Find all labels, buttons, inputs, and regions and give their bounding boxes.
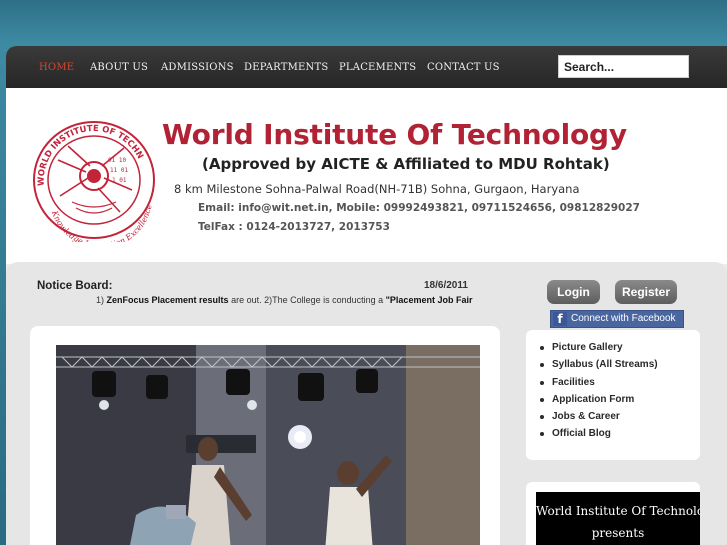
main-navigation: HOME ABOUT US ADMISSIONS DEPARTMENTS PLA… [6,46,727,88]
search-input[interactable] [558,55,689,78]
page-wrapper: HOME ABOUT US ADMISSIONS DEPARTMENTS PLA… [6,46,727,545]
nav-about-us[interactable]: ABOUT US [90,62,148,73]
promo-panel: World Institute Of Technology presents [526,482,700,545]
svg-text:01 10: 01 10 [108,157,126,164]
telfax-info: TelFax : 0124-2013727, 2013753 [198,221,390,233]
notice-board-label: Notice Board: [37,280,113,292]
link-application-form[interactable]: Application Form [540,394,658,411]
institute-title: World Institute Of Technology [162,118,627,151]
link-jobs-career[interactable]: Jobs & Career [540,411,658,428]
svg-text:Knowledge Innovation Excellenc: Knowledge Innovation Excellence [50,203,154,242]
link-official-blog[interactable]: Official Blog [540,428,658,445]
nav-home[interactable]: HOME [39,62,74,73]
facebook-connect-label: Connect with Facebook [571,313,676,324]
institute-logo[interactable]: WORLD INSTITUTE OF TECHNOLOGY Knowledge … [28,116,158,242]
main-content: Notice Board: 18/6/2011 1) ZenFocus Plac… [6,262,727,545]
svg-text:WORLD INSTITUTE OF TECHNOLOGY: WORLD INSTITUTE OF TECHNOLOGY [28,116,145,186]
link-syllabus[interactable]: Syllabus (All Streams) [540,359,658,376]
promo-video[interactable]: World Institute Of Technology presents [536,492,700,545]
institute-address: 8 km Milestone Sohna-Palwal Road(NH-71B)… [174,182,580,196]
image-slider [30,326,500,545]
ticker-link-job-fair[interactable]: "Placement Job Fair [386,295,473,305]
facebook-connect-button[interactable]: f Connect with Facebook [550,310,684,328]
logo-motto: Knowledge Innovation Excellence [50,203,154,242]
ticker-prefix: 1) [96,295,107,305]
register-button[interactable]: Register [615,280,677,304]
login-button[interactable]: Login [547,280,600,304]
notice-date: 18/6/2011 [424,280,468,291]
nav-contact-us[interactable]: CONTACT US [427,62,500,73]
nav-admissions[interactable]: ADMISSIONS [161,62,234,73]
promo-line-2: presents [591,526,645,540]
promo-line-1: World Institute Of Technology [536,504,700,518]
link-picture-gallery[interactable]: Picture Gallery [540,342,658,359]
ticker-middle: are out. 2)The College is conducting a [228,295,386,305]
facebook-f-icon: f [553,312,567,326]
svg-text:1 01: 1 01 [112,177,127,184]
nav-placements[interactable]: PLACEMENTS [339,62,416,73]
quick-links-panel: Picture Gallery Syllabus (All Streams) F… [526,330,700,460]
logo-ring-text: WORLD INSTITUTE OF TECHNOLOGY [28,116,145,186]
ticker-link-zenfocus[interactable]: ZenFocus Placement results [107,295,229,305]
event-photo[interactable] [56,345,480,545]
contact-info: Email: info@wit.net.in, Mobile: 09992493… [198,202,640,214]
link-facilities[interactable]: Facilities [540,377,658,394]
nav-departments[interactable]: DEPARTMENTS [244,62,328,73]
approval-subtitle: (Approved by AICTE & Affiliated to MDU R… [202,155,610,173]
svg-text:11 01: 11 01 [110,167,128,174]
notice-ticker: 1) ZenFocus Placement results are out. 2… [36,294,492,308]
site-header: WORLD INSTITUTE OF TECHNOLOGY Knowledge … [6,88,727,264]
